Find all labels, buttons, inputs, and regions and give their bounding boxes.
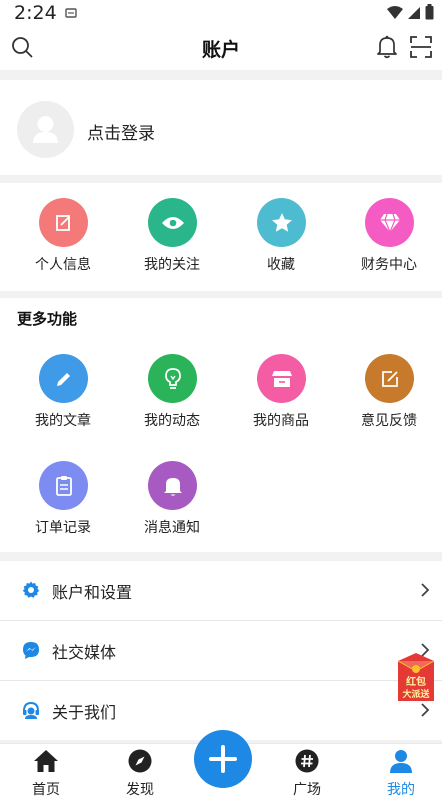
nav-label: 首页: [32, 782, 60, 798]
quick-action-profile[interactable]: 个人信息: [8, 198, 118, 278]
avatar[interactable]: [17, 101, 74, 158]
person-icon: [357, 749, 442, 773]
gear-icon: [22, 581, 40, 603]
home-icon: [2, 749, 90, 773]
support-icon: [22, 701, 40, 723]
more-item-label: 我的商品: [253, 413, 309, 429]
messenger-icon: [22, 641, 40, 663]
more-item-orders[interactable]: 订单记录: [8, 461, 118, 541]
nav-square[interactable]: 广场: [263, 744, 351, 798]
red-envelope-icon: 红包 大派送: [397, 653, 435, 701]
hashtag-icon: [263, 749, 351, 773]
plus-icon: [209, 745, 237, 773]
edit-icon: [39, 198, 88, 247]
shop-icon: [257, 354, 306, 403]
more-item-articles[interactable]: 我的文章: [8, 354, 118, 434]
more-item-label: 消息通知: [144, 520, 200, 536]
diamond-icon: [365, 198, 414, 247]
menu-row-social[interactable]: 社交媒体: [0, 621, 442, 680]
promo-line-1: 红包: [406, 675, 426, 688]
feedback-icon: [365, 354, 414, 403]
notification-icon: [64, 5, 78, 24]
more-item-label: 订单记录: [35, 520, 91, 536]
more-item-notifications[interactable]: 消息通知: [117, 461, 227, 541]
nav-discover[interactable]: 发现: [96, 744, 184, 798]
more-item-products[interactable]: 我的商品: [226, 354, 336, 434]
nav-label: 广场: [293, 782, 321, 798]
more-item-label: 意见反馈: [361, 413, 417, 429]
wifi-icon: [387, 5, 403, 24]
quick-action-following[interactable]: 我的关注: [117, 198, 227, 278]
scan-icon[interactable]: [410, 36, 432, 62]
nav-label: 我的: [387, 782, 415, 798]
quick-action-label: 收藏: [267, 257, 295, 273]
login-card[interactable]: 点击登录: [0, 80, 442, 175]
nav-mine[interactable]: 我的: [357, 744, 442, 798]
chevron-right-icon: [420, 582, 430, 602]
more-item-label: 我的文章: [35, 413, 91, 429]
compass-icon: [96, 749, 184, 773]
promo-line-2: 大派送: [402, 688, 430, 700]
chevron-right-icon: [420, 702, 430, 722]
add-button[interactable]: [194, 730, 252, 788]
quick-action-finance[interactable]: 财务中心: [334, 198, 442, 278]
status-bar: 2:24: [0, 0, 442, 26]
pencil-icon: [39, 354, 88, 403]
bell-icon[interactable]: [376, 35, 398, 63]
menu-label: 关于我们: [52, 703, 117, 722]
menu-label: 社交媒体: [52, 643, 117, 662]
menu-row-settings[interactable]: 账户和设置: [0, 561, 442, 620]
more-item-label: 我的动态: [144, 413, 200, 429]
quick-action-label: 财务中心: [361, 257, 417, 273]
bell-icon: [148, 461, 197, 510]
more-item-activity[interactable]: 我的动态: [117, 354, 227, 434]
red-packet-promo[interactable]: 红包 大派送: [395, 651, 437, 703]
status-time: 2:24: [14, 2, 57, 24]
battery-icon: [425, 4, 434, 24]
login-link[interactable]: 点击登录: [87, 119, 155, 144]
quick-action-favorites[interactable]: 收藏: [226, 198, 336, 278]
quick-actions: 个人信息 我的关注 收藏 财务中心: [0, 183, 442, 291]
quick-action-label: 我的关注: [144, 257, 200, 273]
quick-action-label: 个人信息: [35, 257, 91, 273]
star-icon: [257, 198, 306, 247]
nav-home[interactable]: 首页: [2, 744, 90, 798]
more-functions: 更多功能 我的文章 我的动态 我的商品 意见反馈 订单记录 消息通知: [0, 298, 442, 552]
nav-label: 发现: [126, 782, 154, 798]
clipboard-icon: [39, 461, 88, 510]
title-bar: 账户: [0, 26, 442, 70]
more-item-feedback[interactable]: 意见反馈: [334, 354, 442, 434]
eye-icon: [148, 198, 197, 247]
signal-icon: [407, 5, 421, 24]
section-title: 更多功能: [17, 310, 78, 328]
bulb-icon: [148, 354, 197, 403]
menu-label: 账户和设置: [52, 583, 133, 602]
